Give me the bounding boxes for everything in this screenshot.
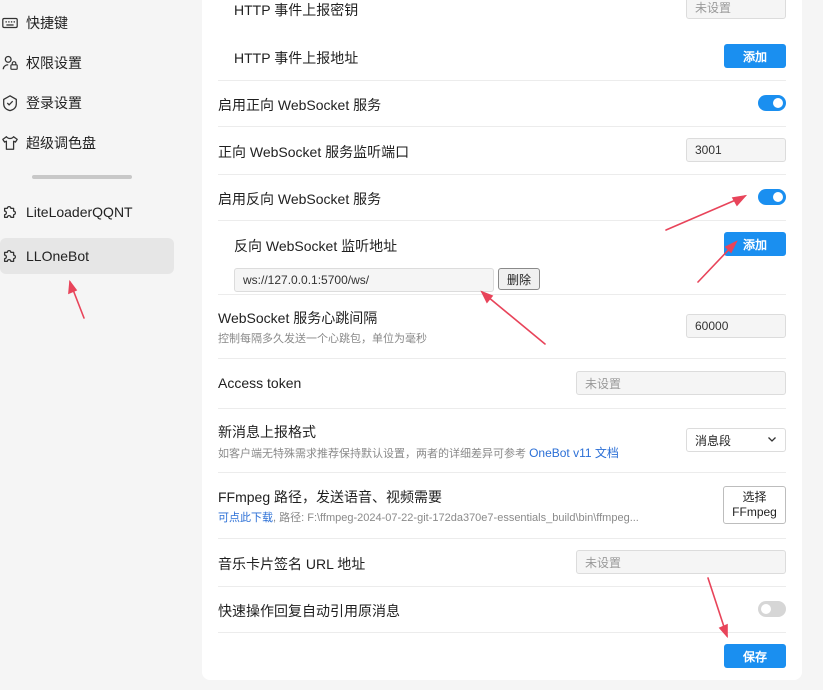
http-url-label: HTTP 事件上报地址 — [234, 50, 359, 66]
music-input[interactable]: 未设置 — [576, 550, 786, 574]
sidebar-item-label: LLOneBot — [26, 248, 90, 264]
sidebar-item-liteloader[interactable]: LiteLoaderQQNT — [0, 194, 174, 230]
divider — [218, 220, 786, 221]
msg-format-selected: 消息段 — [695, 433, 732, 448]
shield-icon — [0, 93, 20, 113]
divider — [218, 126, 786, 127]
sidebar-item-palette[interactable]: 超级调色盘 — [0, 125, 174, 161]
divider — [218, 358, 786, 359]
keyboard-icon — [0, 13, 20, 33]
quick-reply-toggle[interactable] — [758, 601, 786, 617]
select-ffmpeg-button[interactable]: 选择 FFmpeg — [723, 486, 786, 524]
rws-enable-label: 启用反向 WebSocket 服务 — [218, 191, 382, 207]
puzzle-icon — [0, 202, 20, 222]
rws-url-entry-input[interactable]: ws://127.0.0.1:5700/ws/ — [234, 268, 494, 292]
music-label: 音乐卡片签名 URL 地址 — [218, 556, 366, 572]
ffmpeg-path-text: , 路径: F:\ffmpeg-2024-07-22-git-172da370e… — [273, 512, 639, 524]
divider — [218, 586, 786, 587]
quick-reply-label: 快速操作回复自动引用原消息 — [218, 603, 400, 619]
ffmpeg-path: 可点此下载, 路径: F:\ffmpeg-2024-07-22-git-172d… — [218, 509, 639, 525]
msg-format-select[interactable]: 消息段 — [686, 428, 786, 452]
chevron-down-icon — [767, 433, 777, 447]
msg-format-desc-text: 如客户端无特殊需求推荐保持默认设置，两者的详细差异可参考 — [218, 448, 526, 460]
http-secret-label: HTTP 事件上报密钥 — [234, 2, 359, 18]
sidebar-item-login[interactable]: 登录设置 — [0, 85, 174, 121]
http-secret-input[interactable]: 未设置 — [686, 0, 786, 19]
ws-port-label: 正向 WebSocket 服务监听端口 — [218, 144, 410, 160]
msg-format-desc: 如客户端无特殊需求推荐保持默认设置，两者的详细差异可参考 OneBot v11 … — [218, 444, 619, 461]
token-input[interactable]: 未设置 — [576, 371, 786, 395]
ws-enable-toggle[interactable] — [758, 95, 786, 111]
divider — [218, 472, 786, 473]
divider — [218, 538, 786, 539]
sidebar-item-label: 权限设置 — [26, 55, 82, 71]
rws-url-add-button[interactable]: 添加 — [724, 232, 786, 256]
http-url-add-button[interactable]: 添加 — [724, 44, 786, 68]
divider — [218, 80, 786, 81]
ws-enable-label: 启用正向 WebSocket 服务 — [218, 97, 382, 113]
sidebar-item-label: LiteLoaderQQNT — [26, 204, 133, 220]
sidebar-item-label: 超级调色盘 — [26, 135, 96, 151]
onebot-docs-link[interactable]: OneBot v11 文档 — [529, 446, 619, 460]
heartbeat-label: WebSocket 服务心跳间隔 — [218, 310, 378, 326]
divider — [218, 174, 786, 175]
ffmpeg-label: FFmpeg 路径，发送语音、视频需要 — [218, 489, 443, 505]
token-label: Access token — [218, 375, 302, 391]
sidebar: 快捷键 权限设置 登录设置 超级调色盘 LiteLoaderQQNT LLOne… — [0, 0, 183, 690]
rws-enable-toggle[interactable] — [758, 189, 786, 205]
sidebar-item-label: 登录设置 — [26, 95, 82, 111]
heartbeat-desc: 控制每隔多久发送一个心跳包，单位为毫秒 — [218, 333, 427, 345]
divider — [218, 408, 786, 409]
rws-url-label: 反向 WebSocket 监听地址 — [234, 238, 398, 254]
select-ffmpeg-button-line2: FFmpeg — [732, 505, 777, 519]
select-ffmpeg-button-line1: 选择 — [742, 490, 767, 504]
heartbeat-input[interactable]: 60000 — [686, 314, 786, 338]
divider — [218, 294, 786, 295]
sidebar-item-permissions[interactable]: 权限设置 — [0, 45, 174, 81]
msg-format-label: 新消息上报格式 — [218, 424, 316, 440]
sidebar-item-llonebot[interactable]: LLOneBot — [0, 238, 174, 274]
shirt-icon — [0, 133, 20, 153]
divider — [218, 632, 786, 633]
save-button[interactable]: 保存 — [724, 644, 786, 668]
puzzle-icon — [0, 246, 20, 266]
rws-url-delete-button[interactable]: 删除 — [498, 268, 540, 290]
ws-port-input[interactable]: 3001 — [686, 138, 786, 162]
ffmpeg-download-link[interactable]: 可点此下载 — [218, 512, 273, 524]
sidebar-divider — [32, 175, 132, 179]
sidebar-item-shortcuts[interactable]: 快捷键 — [0, 5, 174, 41]
sidebar-item-label: 快捷键 — [26, 15, 68, 31]
user-lock-icon — [0, 53, 20, 73]
